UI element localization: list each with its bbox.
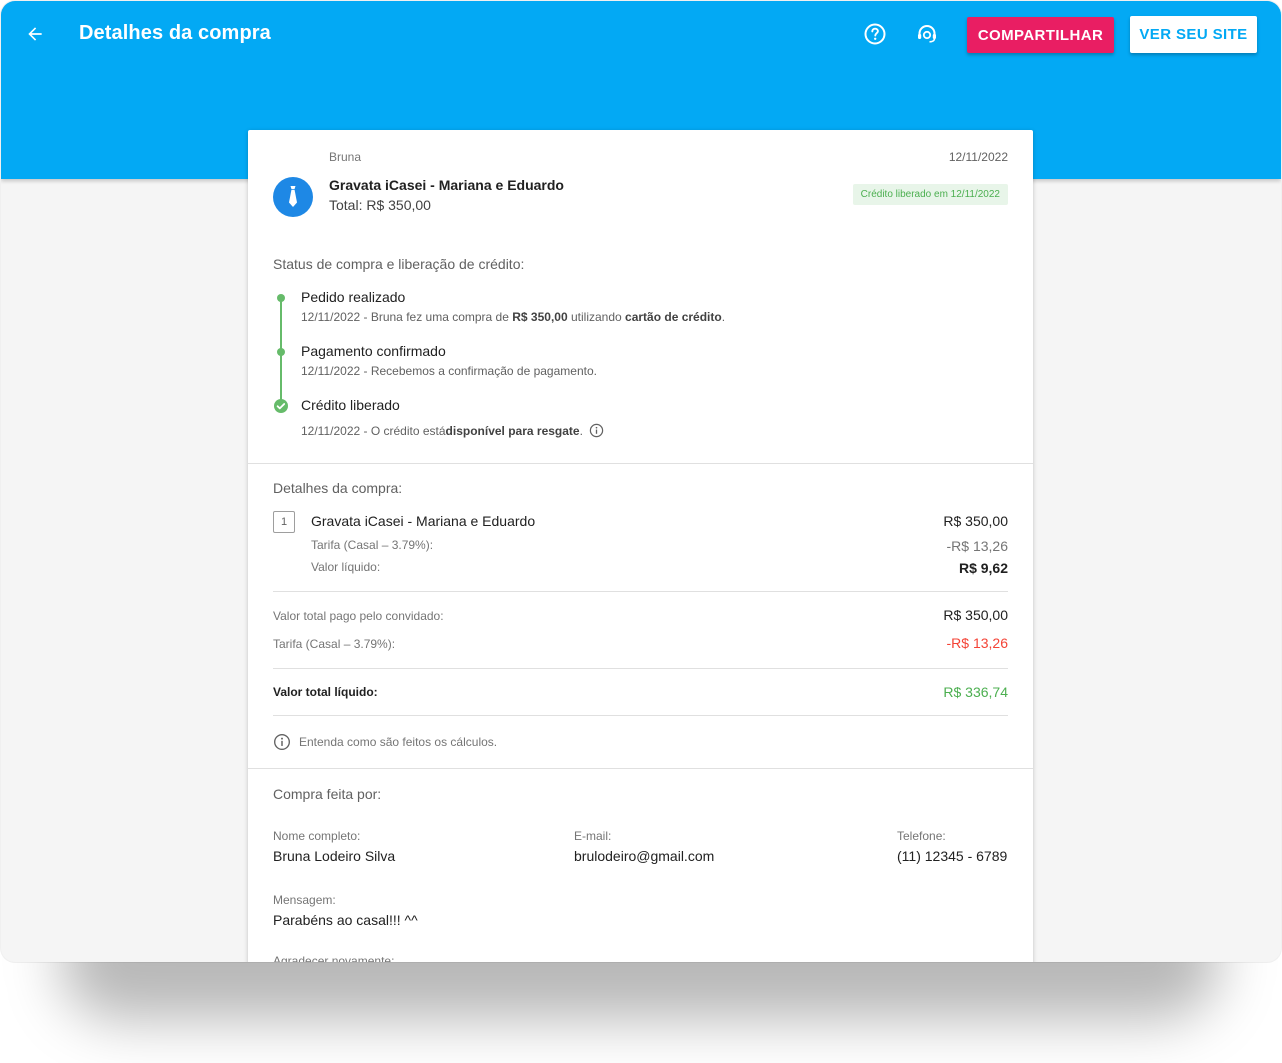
top-app-bar: Detalhes da compra COMPARTILHAR VER SEU … [1,1,1281,67]
timeline-dot [277,294,285,302]
help-icon [864,23,886,45]
timeline-step-description: 12/11/2022 - O crédito está disponível p… [301,423,604,438]
support-button[interactable] [913,20,941,48]
total-paid-label: Valor total pago pelo convidado: [273,609,444,623]
total-fee-value: -R$ 13,26 [946,635,1008,651]
section-divider [248,768,1033,769]
buyer-first-name: Bruna [329,150,362,164]
total-fee-label: Tarifa (Casal – 3.79%): [273,637,396,651]
message-label: Mensagem: [273,893,336,907]
full-name-label: Nome completo: [273,829,361,843]
item-price: R$ 350,00 [943,513,1008,529]
full-name-value: Bruna Lodeiro Silva [273,848,396,864]
check-circle-icon [273,398,289,414]
status-section-title: Status de compra e liberação de crédito: [273,256,525,272]
thanks-again-label: Agradecer novamente: [273,954,395,962]
timeline-step-description: 12/11/2022 - Bruna fez uma compra de R$ … [301,310,726,324]
total-net-label: Valor total líquido: [273,685,378,699]
item-quantity: 1 [273,511,295,533]
item-fee-value: -R$ 13,26 [946,538,1008,554]
product-total: Total: R$ 350,00 [329,197,431,213]
timeline-step-title: Pedido realizado [301,289,406,305]
section-divider [273,668,1008,669]
info-icon [273,733,291,751]
calculation-help-link[interactable]: Entenda como são feitos os cálculos. [273,733,497,751]
item-fee-label: Tarifa (Casal – 3.79%): [311,538,434,552]
phone-value: (11) 12345 - 6789 [897,848,1008,864]
section-divider [273,715,1008,716]
credit-status-badge: Crédito liberado em 12/11/2022 [852,184,1008,205]
info-icon[interactable] [589,423,604,438]
section-divider [273,591,1008,592]
view-site-button[interactable]: VER SEU SITE [1130,16,1257,53]
phone-label: Telefone: [897,829,946,843]
purchase-details-card: Bruna 12/11/2022 Gravata iCasei - Marian… [248,130,1033,962]
message-value: Parabéns ao casal!!! ^^ [273,912,418,928]
share-button[interactable]: COMPARTILHAR [967,17,1114,53]
buyer-section-title: Compra feita por: [273,786,382,802]
timeline-step-title: Crédito liberado [301,397,400,413]
details-section-title: Detalhes da compra: [273,480,403,496]
timeline-dot [277,348,285,356]
item-net-value: R$ 9,62 [958,560,1008,576]
support-agent-icon [918,25,936,43]
total-paid-value: R$ 350,00 [943,607,1008,623]
item-name: Gravata iCasei - Mariana e Eduardo [311,513,536,529]
back-button[interactable] [19,18,51,50]
timeline-step-title: Pagamento confirmado [301,343,446,359]
section-divider [248,463,1033,464]
help-button[interactable] [861,20,889,48]
page-title: Detalhes da compra [79,22,271,44]
arrow-back-icon [28,27,42,41]
total-net-value: R$ 336,74 [943,684,1008,700]
purchase-date: 12/11/2022 [948,150,1008,164]
item-net-label: Valor líquido: [311,560,381,574]
product-avatar [273,177,313,217]
email-value: brulodeiro@gmail.com [574,848,715,864]
timeline-step-description: 12/11/2022 - Recebemos a confirmação de … [301,364,597,378]
calculation-help-text: Entenda como são feitos os cálculos. [299,735,498,749]
tie-icon [289,186,297,207]
app-window: Detalhes da compra COMPARTILHAR VER SEU … [1,1,1281,962]
product-name: Gravata iCasei - Mariana e Eduardo [329,177,564,193]
email-label: E-mail: [574,829,612,843]
